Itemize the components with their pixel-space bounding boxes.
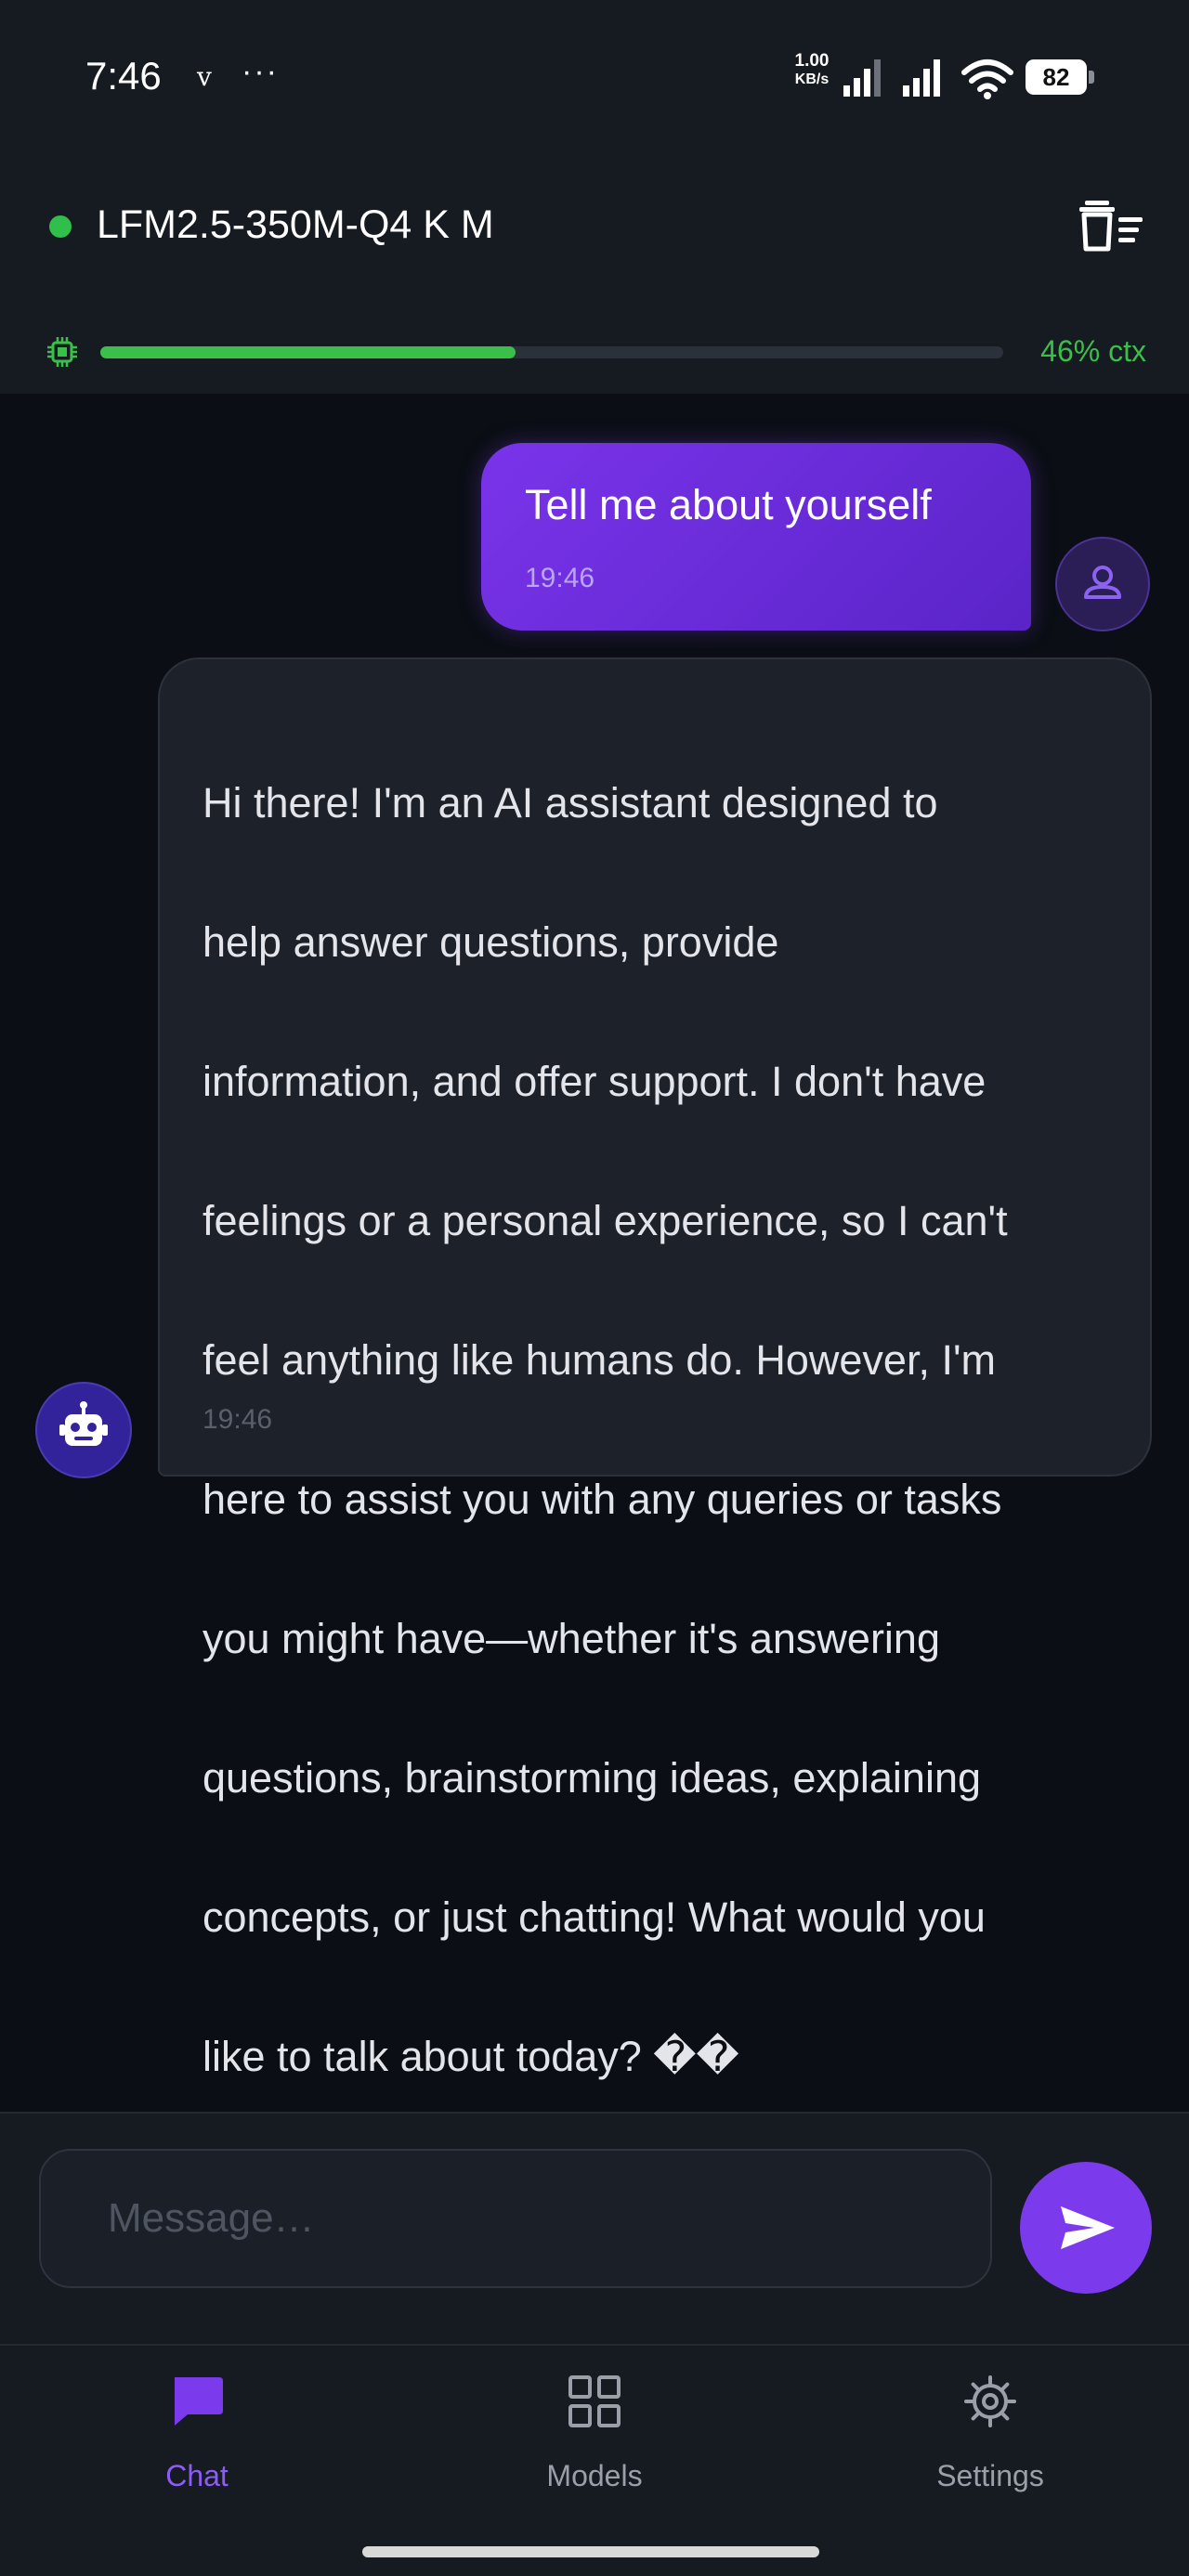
- assistant-message-line: help answer questions, provide: [203, 918, 779, 966]
- assistant-message-line: feel anything like humans do. However, I…: [203, 1336, 997, 1384]
- network-speed-unit: KB/s: [794, 72, 830, 87]
- assistant-message-line: concepts, or just chatting! What would y…: [203, 1893, 986, 1941]
- message-input[interactable]: [39, 2149, 992, 2288]
- nav-label-settings: Settings: [936, 2459, 1044, 2492]
- more-notifications-icon: ···: [242, 54, 279, 89]
- nav-tab-settings[interactable]: Settings: [869, 2374, 1111, 2513]
- status-time: 7:46: [85, 54, 162, 98]
- network-speed: 1.00 KB/s: [788, 52, 836, 89]
- assistant-message-line: you might have—whether it's answering: [203, 1615, 940, 1662]
- home-indicator[interactable]: [362, 2546, 819, 2557]
- battery-icon: 82: [1026, 59, 1096, 97]
- gear-icon: [964, 2375, 1016, 2427]
- assistant-message-line: here to assist you with any queries or t…: [203, 1476, 1002, 1523]
- assistant-message-line: like to talk about today? ��: [203, 2033, 739, 2080]
- context-usage-fill: [100, 346, 516, 358]
- context-usage-bar: [100, 346, 1003, 358]
- robot-icon: [59, 1401, 108, 1446]
- model-status-indicator: [49, 215, 72, 238]
- chat-icon: [175, 2377, 223, 2426]
- user-message-text: Tell me about yourself: [525, 481, 932, 528]
- nav-label-chat: Chat: [165, 2459, 229, 2492]
- user-message-bubble: [481, 443, 1031, 631]
- assistant-message-line: questions, brainstorming ideas, explaini…: [203, 1754, 981, 1802]
- nav-label-models: Models: [546, 2459, 643, 2492]
- cpu-icon: [47, 337, 77, 367]
- assistant-message-text: Hi there! I'm an AI assistant designed t…: [203, 698, 1131, 2161]
- signal-icon: [843, 59, 881, 97]
- clear-chat-button[interactable]: [1078, 197, 1146, 253]
- assistant-message-line: feelings or a personal experience, so I …: [203, 1197, 1008, 1244]
- user-message-time: 19:46: [525, 563, 595, 593]
- assistant-message-line: information, and offer support. I don't …: [203, 1058, 986, 1105]
- assistant-message-time: 19:46: [203, 1404, 273, 1435]
- carrier-mark: v: [197, 61, 212, 92]
- battery-level: 82: [1026, 59, 1087, 95]
- person-icon: [1084, 566, 1121, 599]
- signal-icon: [903, 59, 940, 97]
- nav-tab-models[interactable]: Models: [474, 2374, 715, 2513]
- battery-tip: [1089, 71, 1094, 84]
- assistant-message-line: Hi there! I'm an AI assistant designed t…: [203, 779, 938, 826]
- context-usage-label: 46% ctx: [1040, 334, 1146, 368]
- assistant-avatar: [35, 1382, 132, 1478]
- send-icon: [1061, 2206, 1115, 2249]
- grid-icon: [568, 2375, 621, 2427]
- network-speed-value: 1.00: [794, 51, 830, 71]
- user-avatar: [1055, 537, 1150, 631]
- send-button[interactable]: [1020, 2162, 1152, 2294]
- model-name: LFM2.5-350M-Q4 K M: [97, 202, 494, 247]
- nav-tab-chat[interactable]: Chat: [76, 2374, 318, 2513]
- wifi-icon: [961, 59, 1013, 99]
